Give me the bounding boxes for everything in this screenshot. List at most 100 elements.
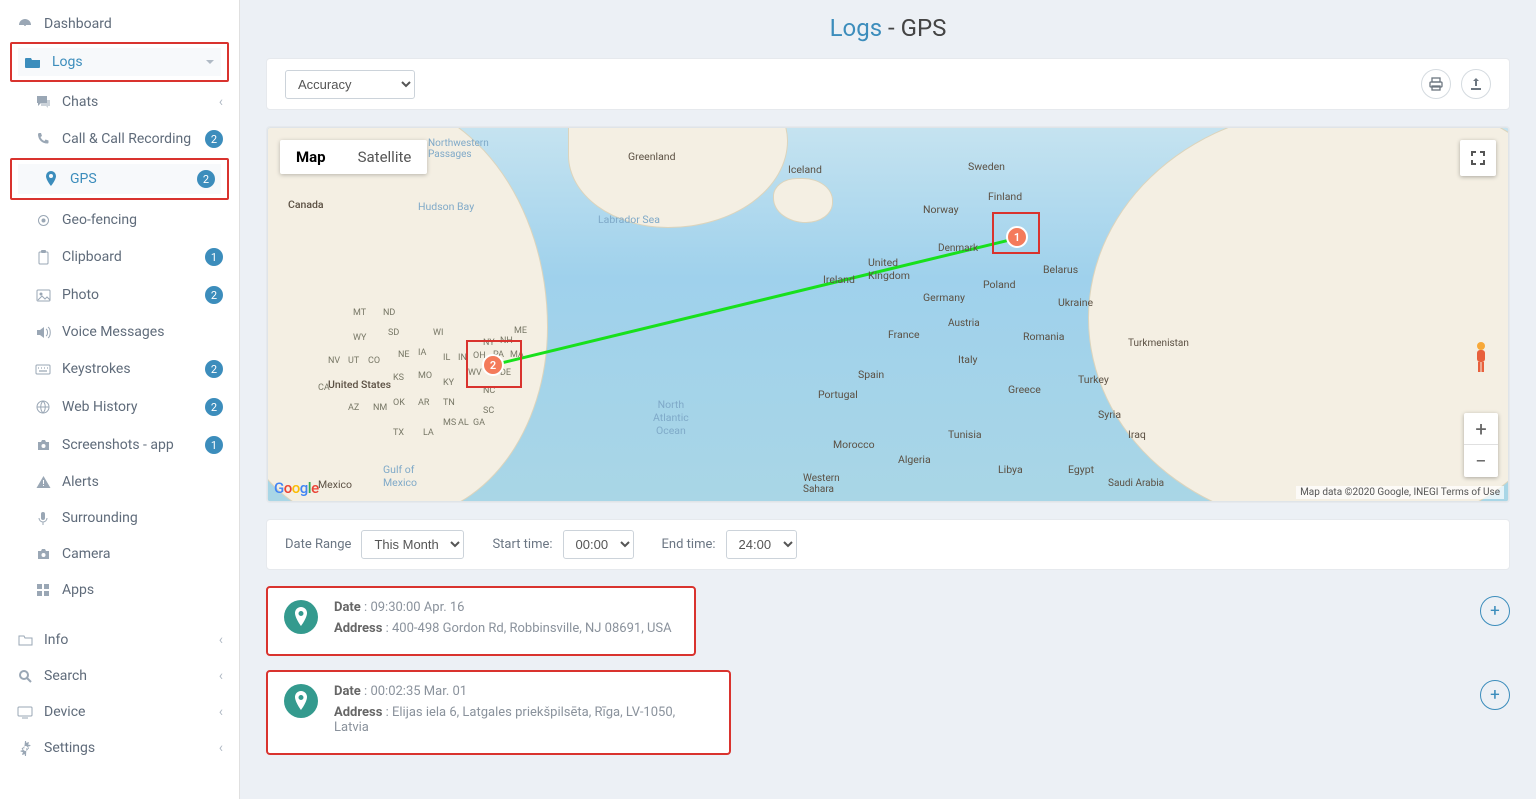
log-row: Date : 00:02:35 Mar. 01 Address : Elijas… xyxy=(266,670,1510,769)
sidebar-item-photo[interactable]: Photo 2 xyxy=(0,276,239,314)
count-badge: 2 xyxy=(205,360,223,378)
export-button[interactable] xyxy=(1461,69,1491,99)
count-badge: 1 xyxy=(205,436,223,454)
expand-button[interactable]: + xyxy=(1480,680,1510,710)
pin-icon xyxy=(284,684,318,718)
sidebar-item-chats[interactable]: Chats ‹ xyxy=(0,84,239,120)
map[interactable]: Northwestern Passages Greenland Iceland … xyxy=(267,127,1509,502)
date-range-select[interactable]: This Month xyxy=(361,530,464,559)
map-label: Turkmenistan xyxy=(1128,338,1189,349)
mic-icon xyxy=(34,511,52,526)
main-content: Logs - GPS Accuracy Northwestern Passage… xyxy=(240,0,1536,799)
map-label: Gulf of Mexico xyxy=(383,463,417,489)
map-type-map[interactable]: Map xyxy=(280,140,342,174)
gear-icon xyxy=(16,741,34,756)
map-label: Labrador Sea xyxy=(598,213,660,226)
end-time-label: End time: xyxy=(662,537,716,552)
map-fullscreen-button[interactable] xyxy=(1460,140,1496,176)
title-sep: - xyxy=(882,14,901,42)
map-zoom-out[interactable]: − xyxy=(1464,445,1498,477)
log-row: Date : 09:30:00 Apr. 16 Address : 400-49… xyxy=(266,586,1510,670)
sidebar-item-label: Call & Call Recording xyxy=(62,131,191,147)
sidebar-item-keystrokes[interactable]: Keystrokes 2 xyxy=(0,350,239,388)
camera-icon xyxy=(34,439,52,451)
map-label: France xyxy=(888,328,920,341)
folder-icon xyxy=(16,634,34,646)
sidebar-item-label: Apps xyxy=(62,582,94,598)
map-pegman[interactable] xyxy=(1466,338,1496,378)
sidebar-item-gps[interactable]: GPS 2 xyxy=(18,164,221,194)
map-marker-1[interactable]: 1 xyxy=(1006,226,1028,248)
pin-icon xyxy=(42,171,60,187)
map-label: Ukraine xyxy=(1058,296,1093,309)
map-label: Tunisia xyxy=(948,428,982,441)
log-card[interactable]: Date : 09:30:00 Apr. 16 Address : 400-49… xyxy=(266,586,696,656)
map-attribution[interactable]: Map data ©2020 Google, INEGI Terms of Us… xyxy=(1296,486,1504,499)
map-zoom-in[interactable]: + xyxy=(1464,413,1498,445)
log-address-value: Elijas iela 6, Latgales priekšpilsēta, R… xyxy=(334,705,675,735)
map-label: Hudson Bay xyxy=(418,200,474,213)
sidebar-item-call[interactable]: Call & Call Recording 2 xyxy=(0,120,239,158)
chevron-left-icon: ‹ xyxy=(219,740,223,756)
map-label: Austria xyxy=(948,318,980,329)
sidebar-item-webhistory[interactable]: Web History 2 xyxy=(0,388,239,426)
sidebar-item-surrounding[interactable]: Surrounding xyxy=(0,500,239,536)
count-badge: 1 xyxy=(205,248,223,266)
sidebar-item-screenshots[interactable]: Screenshots - app 1 xyxy=(0,426,239,464)
image-icon xyxy=(34,289,52,302)
sidebar-item-info[interactable]: Info ‹ xyxy=(0,622,239,658)
chevron-left-icon: ‹ xyxy=(219,668,223,684)
sidebar-item-label: Keystrokes xyxy=(62,361,131,377)
sidebar-item-logs[interactable]: Logs xyxy=(18,48,221,76)
toolbar-panel: Accuracy xyxy=(266,58,1510,110)
sidebar-item-label: Alerts xyxy=(62,474,99,490)
sidebar-item-geofencing[interactable]: Geo-fencing xyxy=(0,202,239,238)
sidebar-item-device[interactable]: Device ‹ xyxy=(0,694,239,730)
sidebar-item-label: Geo-fencing xyxy=(62,212,137,228)
map-label: Western Sahara xyxy=(803,473,840,495)
sidebar-label: Search xyxy=(44,668,87,684)
start-time-select[interactable]: 00:00 xyxy=(563,530,634,559)
log-card[interactable]: Date : 00:02:35 Mar. 01 Address : Elijas… xyxy=(266,670,731,755)
log-date-label: Date xyxy=(334,684,361,699)
sidebar-label: Device xyxy=(44,704,85,720)
chevron-left-icon: ‹ xyxy=(219,704,223,720)
log-date-label: Date xyxy=(334,600,361,615)
map-type-satellite[interactable]: Satellite xyxy=(342,140,428,174)
sidebar-item-search[interactable]: Search ‹ xyxy=(0,658,239,694)
map-label: Belarus xyxy=(1043,263,1078,276)
log-address-label: Address xyxy=(334,705,382,720)
accuracy-select[interactable]: Accuracy xyxy=(285,70,415,99)
map-marker-2[interactable]: 2 xyxy=(482,354,504,376)
sidebar-item-alerts[interactable]: Alerts xyxy=(0,464,239,500)
map-label: United Kingdom xyxy=(868,256,910,282)
sidebar-item-dashboard[interactable]: Dashboard xyxy=(0,6,239,42)
sidebar-item-label: Camera xyxy=(62,546,111,562)
map-label: Romania xyxy=(1023,330,1064,343)
phone-icon xyxy=(34,132,52,146)
sidebar-item-clipboard[interactable]: Clipboard 1 xyxy=(0,238,239,276)
sidebar-item-label: Chats xyxy=(62,94,98,110)
sidebar-item-voice[interactable]: Voice Messages xyxy=(0,314,239,350)
print-button[interactable] xyxy=(1421,69,1451,99)
sidebar-item-camera[interactable]: Camera xyxy=(0,536,239,572)
map-label: Northwestern Passages xyxy=(428,138,489,160)
sidebar-item-apps[interactable]: Apps xyxy=(0,572,239,608)
sidebar-item-label: Web History xyxy=(62,399,138,415)
sidebar-label: Settings xyxy=(44,740,95,756)
map-land-eurasia xyxy=(1088,127,1509,502)
target-icon xyxy=(34,213,52,228)
map-label: Norway xyxy=(923,203,959,216)
sidebar-item-settings[interactable]: Settings ‹ xyxy=(0,730,239,766)
sidebar-label: Info xyxy=(44,632,68,648)
map-label: Saudi Arabia xyxy=(1108,478,1164,489)
sidebar-label: Dashboard xyxy=(44,16,112,32)
sidebar-item-label: Photo xyxy=(62,287,99,303)
end-time-select[interactable]: 24:00 xyxy=(726,530,797,559)
page-title: Logs - GPS xyxy=(266,14,1510,42)
sidebar-item-label: Surrounding xyxy=(62,510,138,526)
pin-icon xyxy=(284,600,318,634)
map-type-toggle: Map Satellite xyxy=(280,140,427,174)
expand-button[interactable]: + xyxy=(1480,596,1510,626)
map-label: Denmark xyxy=(938,243,978,254)
